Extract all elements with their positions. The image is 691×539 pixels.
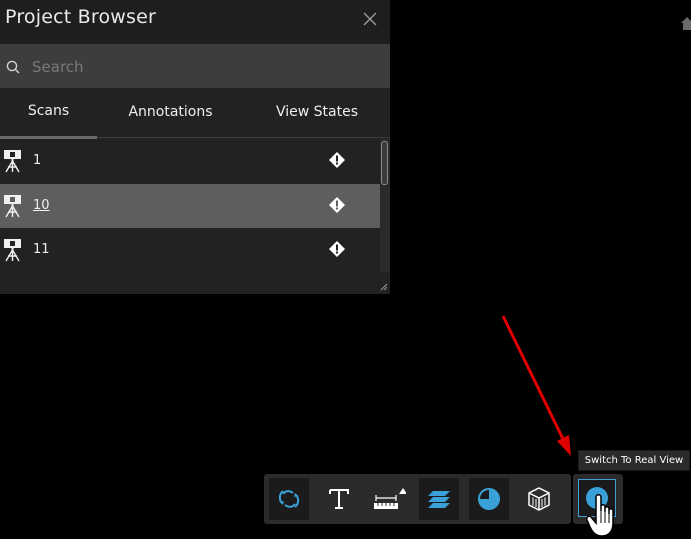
home-icon[interactable]	[680, 14, 691, 30]
scrollbar[interactable]	[380, 139, 390, 272]
bottom-toolbar	[264, 474, 571, 524]
measure-button[interactable]	[369, 478, 409, 520]
tab-bar: Scans Annotations View States	[0, 88, 390, 139]
text-icon	[329, 489, 349, 509]
layers-icon	[428, 491, 450, 508]
clipping-icon	[478, 488, 500, 510]
scan-name: 11	[33, 242, 50, 257]
warning-icon[interactable]	[328, 240, 346, 258]
panel-header: Project Browser	[0, 0, 390, 44]
orbit-icon	[278, 490, 300, 508]
scan-name: 10	[33, 198, 50, 213]
scan-list: 1 10 11	[0, 139, 380, 294]
search-bar	[0, 44, 390, 88]
scrollbar-thumb[interactable]	[381, 141, 388, 185]
hand-cursor-icon	[586, 494, 614, 537]
tooltip: Switch To Real View	[578, 450, 690, 471]
measure-icon	[374, 488, 406, 509]
box-button[interactable]	[519, 478, 559, 520]
layers-button[interactable]	[419, 478, 459, 520]
scanner-tripod-icon	[4, 239, 21, 262]
tab-annotations[interactable]: Annotations	[97, 88, 244, 138]
panel-title: Project Browser	[5, 6, 157, 28]
search-icon	[6, 60, 20, 74]
list-item[interactable]: 10	[0, 184, 380, 228]
scanner-tripod-icon	[4, 150, 21, 173]
list-item[interactable]: 1	[0, 139, 380, 183]
text-button[interactable]	[319, 478, 359, 520]
clipping-button[interactable]	[469, 478, 509, 520]
search-input[interactable]	[30, 52, 374, 82]
project-browser-panel: Project Browser Scans Annotations View S…	[0, 0, 390, 294]
scan-name: 1	[33, 153, 42, 168]
orbit-button[interactable]	[269, 478, 309, 520]
warning-icon[interactable]	[328, 196, 346, 214]
resize-handle-icon[interactable]	[379, 282, 388, 291]
tab-scans[interactable]: Scans	[0, 88, 97, 139]
warning-icon[interactable]	[328, 151, 346, 169]
tab-view-states[interactable]: View States	[244, 88, 390, 138]
scanner-tripod-icon	[4, 195, 21, 218]
box-icon	[528, 487, 550, 511]
list-item[interactable]: 11	[0, 228, 380, 272]
close-icon[interactable]	[361, 10, 379, 28]
